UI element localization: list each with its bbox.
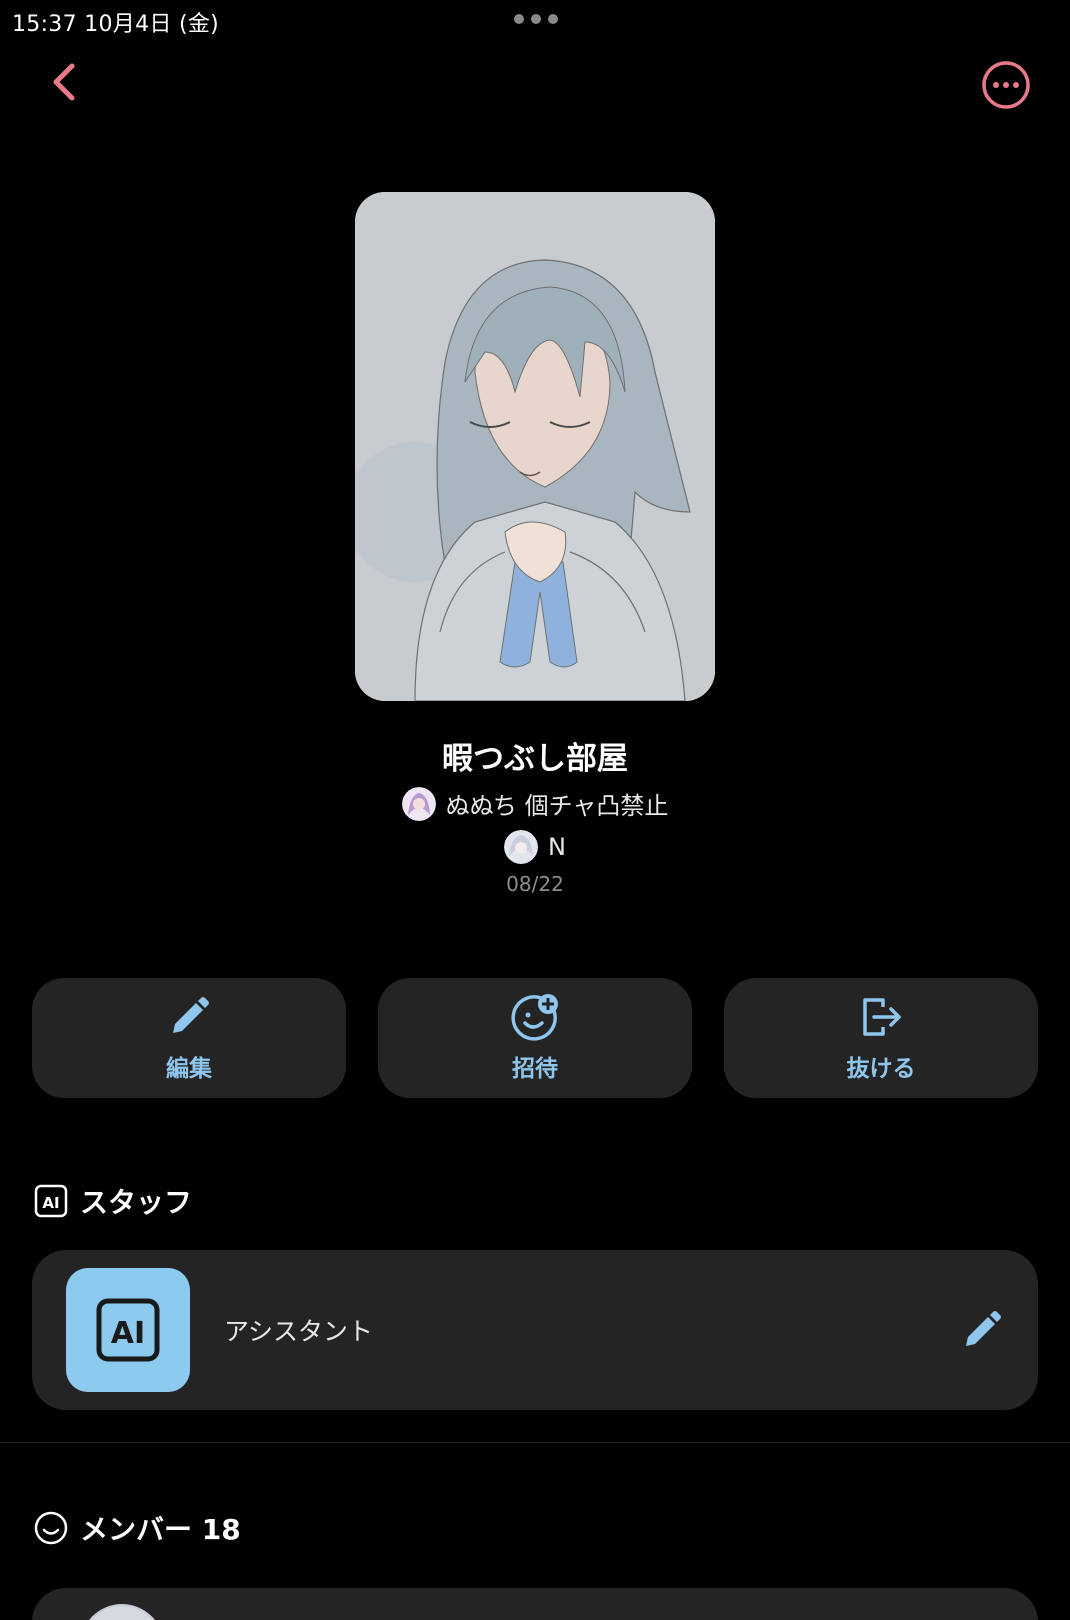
staff-section-header: AI スタッフ	[34, 1181, 192, 1221]
member-avatar	[80, 1604, 164, 1620]
staff-section-title: スタッフ	[80, 1186, 193, 1219]
ai-badge-icon: AI	[34, 1184, 68, 1218]
exit-icon	[863, 998, 901, 1036]
back-button[interactable]	[44, 60, 84, 104]
creator-avatar	[504, 830, 539, 864]
member-list-item[interactable]	[32, 1588, 1038, 1620]
staff-item-assistant[interactable]: AI アシスタント	[32, 1250, 1038, 1410]
owner-avatar	[401, 786, 436, 821]
edit-button[interactable]: 編集	[32, 978, 346, 1098]
members-section-header: メンバー 18	[34, 1508, 241, 1548]
invite-label: 招待	[512, 1056, 558, 1082]
invite-button[interactable]: 招待	[378, 978, 692, 1098]
smile-circle-icon	[34, 1511, 68, 1545]
room-cover-image[interactable]	[355, 192, 715, 701]
pencil-icon[interactable]	[960, 1308, 1004, 1352]
members-section-title: メンバー 18	[80, 1513, 241, 1546]
multitasking-dots-icon[interactable]	[514, 14, 558, 24]
assistant-avatar: AI	[66, 1268, 190, 1392]
edit-label: 編集	[166, 1056, 212, 1082]
svg-text:AI: AI	[42, 1194, 59, 1212]
leave-button[interactable]: 抜ける	[724, 978, 1038, 1098]
ellipsis-circle-icon	[982, 61, 1030, 109]
owner-row[interactable]: ぬぬち 個チャ凸禁止	[0, 786, 1070, 821]
chevron-left-icon	[53, 63, 75, 101]
owner-name: ぬぬち 個チャ凸禁止	[445, 792, 669, 820]
leave-label: 抜ける	[846, 1056, 916, 1082]
more-options-button[interactable]	[981, 60, 1031, 110]
section-divider	[0, 1442, 1070, 1443]
invite-smile-plus-icon	[511, 994, 558, 1041]
creator-row[interactable]: N	[0, 830, 1070, 864]
created-date: 08/22	[506, 872, 564, 896]
status-time-date: 15:37 10月4日 (金)	[12, 12, 220, 37]
pencil-icon	[173, 997, 209, 1033]
room-title: 暇つぶし部屋	[442, 741, 628, 777]
staff-name: アシスタント	[224, 1317, 374, 1346]
room-detail-screen: 15:37 10月4日 (金) 暇つぶし部屋 ぬぬち 個チャ凸禁止 N 08/2…	[0, 0, 1070, 1620]
svg-text:AI: AI	[111, 1316, 145, 1351]
ai-avatar-icon: AI	[96, 1298, 160, 1362]
creator-name: N	[548, 833, 566, 861]
